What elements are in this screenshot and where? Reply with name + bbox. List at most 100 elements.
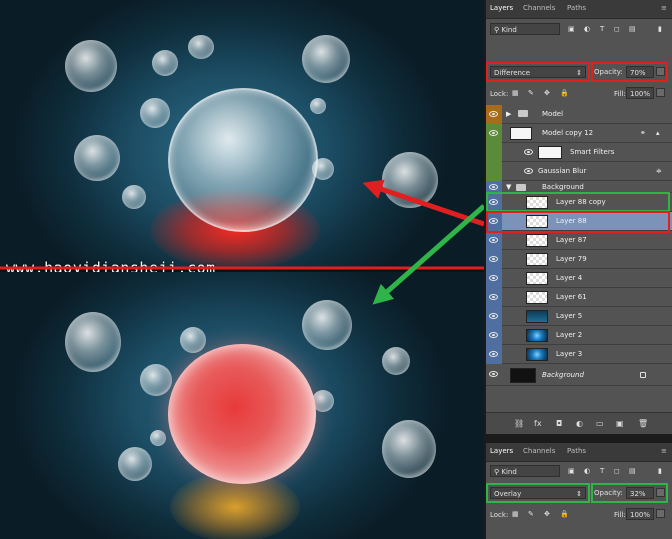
- shape-filter-icon[interactable]: ◻: [614, 467, 620, 475]
- layer-row-smart-filters[interactable]: Smart Filters: [486, 143, 672, 162]
- filter-kind-select[interactable]: ⚲ Kind: [490, 23, 560, 35]
- fx-icon[interactable]: fx: [534, 419, 542, 428]
- layer-thumbnail: [526, 291, 548, 304]
- fill-slider-toggle[interactable]: [656, 88, 665, 97]
- adjustment-icon[interactable]: ◐: [576, 419, 583, 428]
- smart-object-filter-icon[interactable]: ▤: [629, 467, 636, 475]
- layer-name: Layer 61: [556, 293, 587, 301]
- panel-menu-icon[interactable]: ≡: [661, 447, 667, 455]
- lock-pixels-icon[interactable]: ✎: [528, 89, 534, 97]
- green-arrow: [372, 204, 484, 305]
- layer-thumbnail: [526, 253, 548, 266]
- layer-color-label: [486, 231, 502, 250]
- layer-row-layer-3[interactable]: Layer 3: [486, 345, 672, 364]
- panel-menu-icon[interactable]: ≡: [661, 4, 667, 12]
- fill-slider-toggle[interactable]: [656, 509, 665, 518]
- layer-name: Layer 3: [556, 350, 583, 358]
- eye-icon[interactable]: [489, 371, 498, 377]
- layer-color-label: [486, 269, 502, 288]
- mask-icon[interactable]: ◘: [556, 419, 562, 428]
- folder-icon: [518, 110, 528, 117]
- link-icon[interactable]: ⛓: [514, 419, 524, 428]
- pixel-filter-icon[interactable]: ▣: [568, 467, 575, 475]
- layer-name: Background: [542, 183, 584, 191]
- blend-mode-highlight: [486, 62, 590, 82]
- layer-row-layer-87[interactable]: Layer 87: [486, 231, 672, 250]
- eye-icon[interactable]: [489, 256, 498, 262]
- panel-tabs: Layers Channels Paths ≡: [486, 443, 672, 462]
- layer-name: Model: [542, 110, 564, 118]
- eye-icon[interactable]: [489, 237, 498, 243]
- layers-panel-top: Layers Channels Paths ≡ ⚲ Kind ▣ ◐ T ◻ ▤…: [486, 0, 672, 434]
- layer-row-model-copy-12[interactable]: Model copy 12 ⚭ ▴: [486, 124, 672, 143]
- layer-thumbnail: [526, 348, 548, 361]
- eye-icon[interactable]: [489, 351, 498, 357]
- type-filter-icon[interactable]: T: [600, 25, 604, 33]
- layer-row-model[interactable]: ▶ Model: [486, 105, 672, 124]
- fill-input[interactable]: 100%: [626, 87, 654, 99]
- collapse-arrow-icon[interactable]: ▴: [656, 129, 660, 137]
- layer-color-label: [486, 124, 502, 143]
- tab-layers[interactable]: Layers: [490, 4, 513, 12]
- folder-icon[interactable]: ▭: [596, 419, 604, 428]
- layer-row-layer-61[interactable]: Layer 61: [486, 288, 672, 307]
- layer-thumbnail: [510, 127, 532, 140]
- smart-object-filter-icon[interactable]: ▤: [629, 25, 636, 33]
- lock-pixels-icon[interactable]: ✎: [528, 510, 534, 518]
- layer-thumbnail: [526, 329, 548, 342]
- filter-kind-select[interactable]: ⚲ Kind: [490, 465, 560, 477]
- eye-icon[interactable]: [489, 294, 498, 300]
- tab-channels[interactable]: Channels: [523, 447, 555, 455]
- eye-icon[interactable]: [524, 149, 533, 155]
- adjustment-filter-icon[interactable]: ◐: [584, 467, 590, 475]
- tab-layers[interactable]: Layers: [490, 447, 513, 455]
- filter-row: ⚲ Kind ▣ ◐ T ◻ ▤ ▮: [486, 463, 672, 479]
- layer-row-background[interactable]: Background: [486, 364, 672, 386]
- eye-icon[interactable]: [489, 130, 498, 136]
- expand-arrow-icon[interactable]: ▼: [506, 183, 511, 191]
- layer-color-label: [486, 345, 502, 364]
- tab-paths[interactable]: Paths: [567, 4, 586, 12]
- trash-icon[interactable]: 🗑: [638, 419, 648, 428]
- new-layer-icon[interactable]: ▣: [616, 419, 624, 428]
- eye-icon[interactable]: [489, 332, 498, 338]
- adjustment-filter-icon[interactable]: ◐: [584, 25, 590, 33]
- layer-88-copy-highlight: [486, 192, 670, 212]
- layer-row-layer-2[interactable]: Layer 2: [486, 326, 672, 345]
- eye-icon[interactable]: [489, 111, 498, 117]
- fill-input[interactable]: 100%: [626, 508, 654, 520]
- lock-position-icon[interactable]: ✥: [544, 510, 550, 518]
- layer-name: Layer 87: [556, 236, 587, 244]
- filter-options-icon[interactable]: ≑: [656, 167, 662, 175]
- layer-name: Layer 5: [556, 312, 583, 320]
- shape-filter-icon[interactable]: ◻: [614, 25, 620, 33]
- opacity-highlight: [591, 483, 668, 503]
- lock-all-icon[interactable]: 🔒: [560, 89, 569, 97]
- layer-color-label: [486, 250, 502, 269]
- pixel-filter-icon[interactable]: ▣: [568, 25, 575, 33]
- tab-channels[interactable]: Channels: [523, 4, 555, 12]
- tab-paths[interactable]: Paths: [567, 447, 586, 455]
- layer-row-gaussian-blur[interactable]: Gaussian Blur ≑: [486, 162, 672, 181]
- filter-toggle-icon[interactable]: ▮: [658, 25, 662, 33]
- layer-row-layer-4[interactable]: Layer 4: [486, 269, 672, 288]
- layer-color-label: [486, 326, 502, 345]
- layer-row-layer-5[interactable]: Layer 5: [486, 307, 672, 326]
- eye-icon[interactable]: [524, 168, 533, 174]
- lock-position-icon[interactable]: ✥: [544, 89, 550, 97]
- layer-row-layer-79[interactable]: Layer 79: [486, 250, 672, 269]
- layer-thumbnail: [510, 368, 536, 383]
- lock-label: Lock:: [490, 511, 509, 519]
- eye-icon[interactable]: [489, 313, 498, 319]
- layer-thumbnail: [526, 310, 548, 323]
- eye-icon[interactable]: [489, 184, 498, 190]
- lock-transparent-icon[interactable]: ▦: [512, 89, 519, 97]
- lock-transparent-icon[interactable]: ▦: [512, 510, 519, 518]
- lock-all-icon[interactable]: 🔒: [560, 510, 569, 518]
- layer-color-label: [486, 143, 502, 162]
- eye-icon[interactable]: [489, 275, 498, 281]
- filter-toggle-icon[interactable]: ▮: [658, 467, 662, 475]
- expand-arrow-icon[interactable]: ▶: [506, 110, 511, 118]
- layers-panel-bottom: Layers Channels Paths ≡ ⚲ Kind ▣ ◐ T ◻ ▤…: [486, 443, 672, 539]
- type-filter-icon[interactable]: T: [600, 467, 604, 475]
